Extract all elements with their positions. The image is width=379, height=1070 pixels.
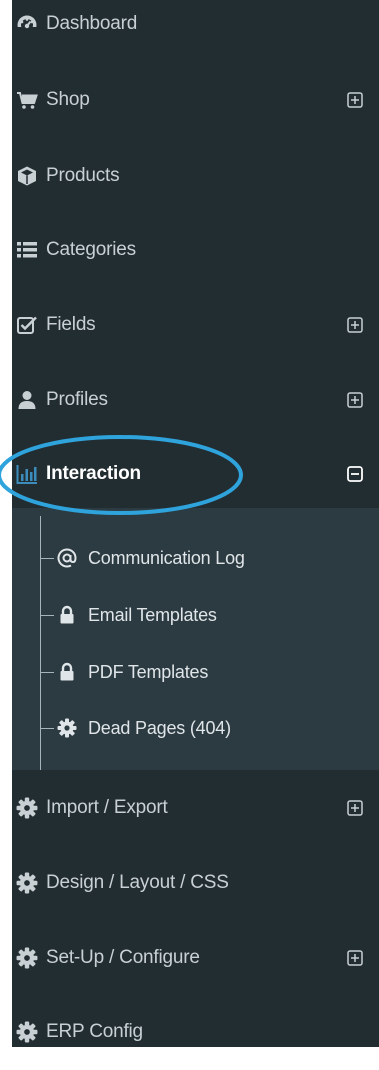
gear-icon (16, 872, 38, 894)
lock-icon (56, 604, 78, 626)
submenu-item-email-templates[interactable]: Email Templates (40, 595, 379, 635)
submenu-item-label: Communication Log (88, 547, 245, 568)
expand-icon[interactable] (346, 949, 364, 967)
bar-chart-icon (16, 463, 38, 485)
sidebar-item-import-export[interactable]: Import / Export (12, 770, 379, 846)
tree-branch (40, 671, 54, 673)
submenu-item-label: Email Templates (88, 604, 217, 625)
dashboard-icon (16, 13, 38, 35)
sidebar-item-label: Fields (46, 314, 96, 335)
sidebar: Dashboard Shop Products Categories Field… (12, 0, 379, 1047)
submenu-item-pdf-templates[interactable]: PDF Templates (40, 652, 379, 692)
sidebar-item-categories[interactable]: Categories (12, 212, 379, 288)
submenu-item-dead-pages[interactable]: Dead Pages (404) (40, 708, 379, 748)
sidebar-item-label: Import / Export (46, 797, 168, 818)
sidebar-item-fields[interactable]: Fields (12, 287, 379, 363)
sidebar-item-design-layout-css[interactable]: Design / Layout / CSS (12, 845, 379, 921)
expand-icon[interactable] (346, 91, 364, 109)
list-icon (16, 239, 38, 261)
gear-icon (56, 717, 78, 739)
sidebar-item-label: Products (46, 165, 120, 186)
sidebar-item-shop[interactable]: Shop (12, 62, 379, 138)
tree-branch (40, 557, 54, 559)
collapse-icon[interactable] (346, 465, 364, 483)
sidebar-item-products[interactable]: Products (12, 138, 379, 214)
interaction-submenu: Communication Log Email Templates PDF Te… (12, 508, 379, 770)
sidebar-item-erp-config[interactable]: ERP Config (12, 994, 379, 1070)
sidebar-item-label: Interaction (46, 463, 141, 484)
at-sign-icon (56, 547, 78, 569)
tree-branch (40, 727, 54, 729)
gear-icon (16, 947, 38, 969)
sidebar-item-label: Shop (46, 89, 90, 110)
sidebar-item-setup-configure[interactable]: Set-Up / Configure (12, 920, 379, 996)
checkbox-icon (16, 314, 38, 336)
lock-icon (56, 661, 78, 683)
expand-icon[interactable] (346, 799, 364, 817)
submenu-item-label: PDF Templates (88, 661, 209, 682)
sidebar-item-label: Design / Layout / CSS (46, 872, 229, 893)
gear-icon (16, 797, 38, 819)
tree-branch (40, 614, 54, 616)
expand-icon[interactable] (346, 391, 364, 409)
submenu-item-label: Dead Pages (404) (88, 717, 231, 738)
submenu-item-communication-log[interactable]: Communication Log (40, 538, 379, 578)
sidebar-item-profiles[interactable]: Profiles (12, 362, 379, 438)
expand-icon[interactable] (346, 316, 364, 334)
sidebar-item-label: ERP Config (46, 1021, 143, 1042)
sidebar-item-interaction[interactable]: Interaction (12, 436, 379, 512)
sidebar-item-label: Profiles (46, 389, 108, 410)
sidebar-item-label: Dashboard (46, 13, 138, 34)
sidebar-item-label: Categories (46, 239, 136, 260)
cube-icon (16, 165, 38, 187)
user-icon (16, 389, 38, 411)
gear-icon (16, 1021, 38, 1043)
sidebar-item-label: Set-Up / Configure (46, 947, 200, 968)
shopping-cart-icon (16, 89, 38, 111)
sidebar-item-dashboard[interactable]: Dashboard (12, 0, 379, 62)
